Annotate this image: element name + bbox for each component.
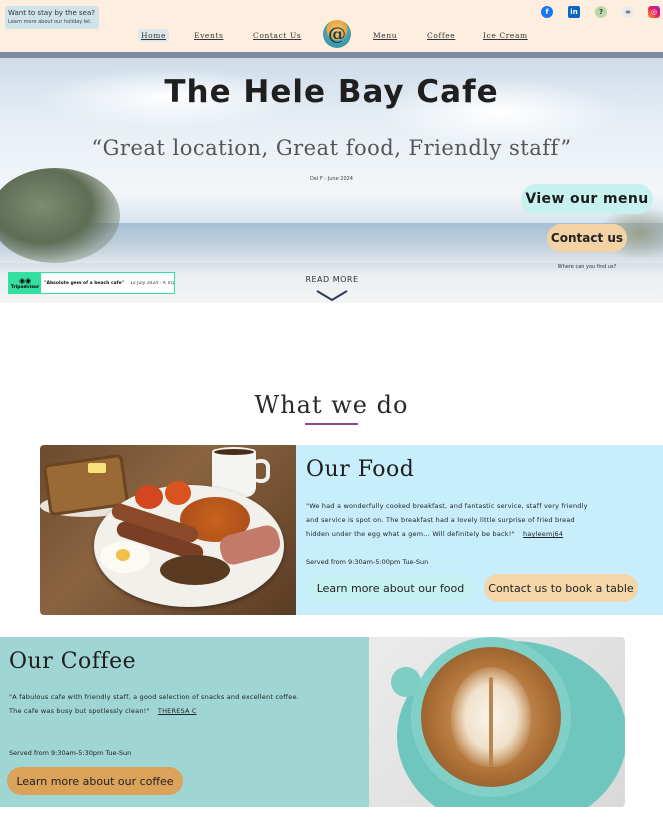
coffee-review-line-last: The cafe was busy but spotlessly clean!"… xyxy=(9,704,299,718)
tripadvisor-logo: ◉◉ Tripadvisor xyxy=(9,273,42,293)
hero-quote-author: Del F - June 2024 xyxy=(310,176,353,182)
latte-art-stem xyxy=(489,677,493,767)
hero-banner: The Hele Bay Cafe “Great location, Great… xyxy=(0,58,663,303)
latte-photo xyxy=(369,637,625,807)
holiday-let-promo[interactable]: Want to stay by the sea? Learn more abou… xyxy=(5,6,99,29)
our-coffee-heading: Our Coffee xyxy=(9,649,137,674)
mug-handle xyxy=(252,459,270,483)
coffee-serving-hours: Served from 9:30am-5:30pm Tue-Sun xyxy=(9,749,132,757)
book-table-button[interactable]: Contact us to book a table xyxy=(484,574,638,602)
coffee-review-line: "A fabulous cafe with friendly staff, a … xyxy=(9,693,299,701)
logo-glyph: @ xyxy=(328,24,346,45)
our-food-heading: Our Food xyxy=(306,457,415,482)
coffee-review-line: The cafe was busy but spotlessly clean!" xyxy=(9,707,150,715)
linkedin-icon[interactable]: in xyxy=(568,6,580,18)
heading-underline xyxy=(305,423,358,425)
chevron-down-icon[interactable] xyxy=(316,290,348,302)
nav-events[interactable]: Events xyxy=(194,31,223,40)
our-coffee-panel: Our Coffee "A fabulous cafe with friendl… xyxy=(0,637,369,807)
egg-yolk xyxy=(116,549,130,561)
food-serving-hours: Served from 9:30am-5:00pm Tue-Sun xyxy=(306,558,429,566)
food-review-line: hidden under the egg what a gem... Will … xyxy=(306,530,515,538)
site-header: Want to stay by the sea? Learn more abou… xyxy=(0,0,663,52)
page-title: The Hele Bay Cafe xyxy=(164,74,499,110)
view-menu-button[interactable]: View our menu xyxy=(521,184,653,214)
tripadvisor-date: 12 July 2024 - A Tripa xyxy=(130,280,174,286)
nav-menu[interactable]: Menu xyxy=(373,31,397,40)
nav-contact-us[interactable]: Contact Us xyxy=(253,31,301,40)
nav-home[interactable]: Home xyxy=(138,29,170,42)
tripadvisor-quote: "Absolute gem of a beach cafe" xyxy=(44,280,125,286)
learn-more-food-button[interactable]: Learn more about our food xyxy=(307,574,474,602)
food-reviewer-link[interactable]: hayleemj64 xyxy=(523,530,563,538)
facebook-icon[interactable]: f xyxy=(541,6,553,18)
hero-quote: “Great location, Great food, Friendly st… xyxy=(91,136,572,160)
instagram-icon[interactable]: ◎ xyxy=(648,6,660,18)
food-review-line: and service is spot on. The breakfast ha… xyxy=(306,516,575,524)
read-more-link[interactable]: READ MORE xyxy=(290,275,374,284)
food-review-line-last: hidden under the egg what a gem... Will … xyxy=(306,527,588,541)
butter xyxy=(88,463,106,473)
food-review-line: "We had a wonderfully cooked breakfast, … xyxy=(306,502,588,510)
promo-title: Want to stay by the sea? xyxy=(8,9,95,17)
nav-ice-cream[interactable]: Ice Cream xyxy=(483,31,528,40)
tea-surface xyxy=(212,447,256,457)
help-icon[interactable]: ? xyxy=(595,6,607,18)
tomato xyxy=(165,481,191,505)
food-review: "We had a wonderfully cooked breakfast, … xyxy=(306,499,588,541)
coffee-review: "A fabulous cafe with friendly staff, a … xyxy=(9,690,299,718)
tripadvisor-owl-icon: ◉◉ xyxy=(18,276,32,285)
what-we-do-heading: What we do xyxy=(254,391,409,419)
cafe-logo[interactable]: @ xyxy=(323,20,351,48)
mushrooms xyxy=(160,555,230,585)
nav-coffee[interactable]: Coffee xyxy=(427,31,455,40)
our-food-panel: Our Food "We had a wonderfully cooked br… xyxy=(296,445,663,615)
find-us-link[interactable]: Where can you find us? xyxy=(540,264,634,270)
tripadvisor-review-widget[interactable]: ◉◉ Tripadvisor "Absolute gem of a beach … xyxy=(8,272,175,294)
tripadvisor-brand: Tripadvisor xyxy=(10,284,40,290)
breakfast-photo xyxy=(40,445,296,615)
coffee-reviewer-link[interactable]: THERESA C xyxy=(158,707,197,715)
promo-subtitle: Learn more about our holiday let. xyxy=(8,19,92,25)
learn-more-coffee-button[interactable]: Learn more about our coffee xyxy=(7,767,183,795)
tripadvisor-icon[interactable]: ∞ xyxy=(622,6,634,18)
tomato xyxy=(135,485,163,509)
contact-us-button[interactable]: Contact us xyxy=(547,224,627,252)
